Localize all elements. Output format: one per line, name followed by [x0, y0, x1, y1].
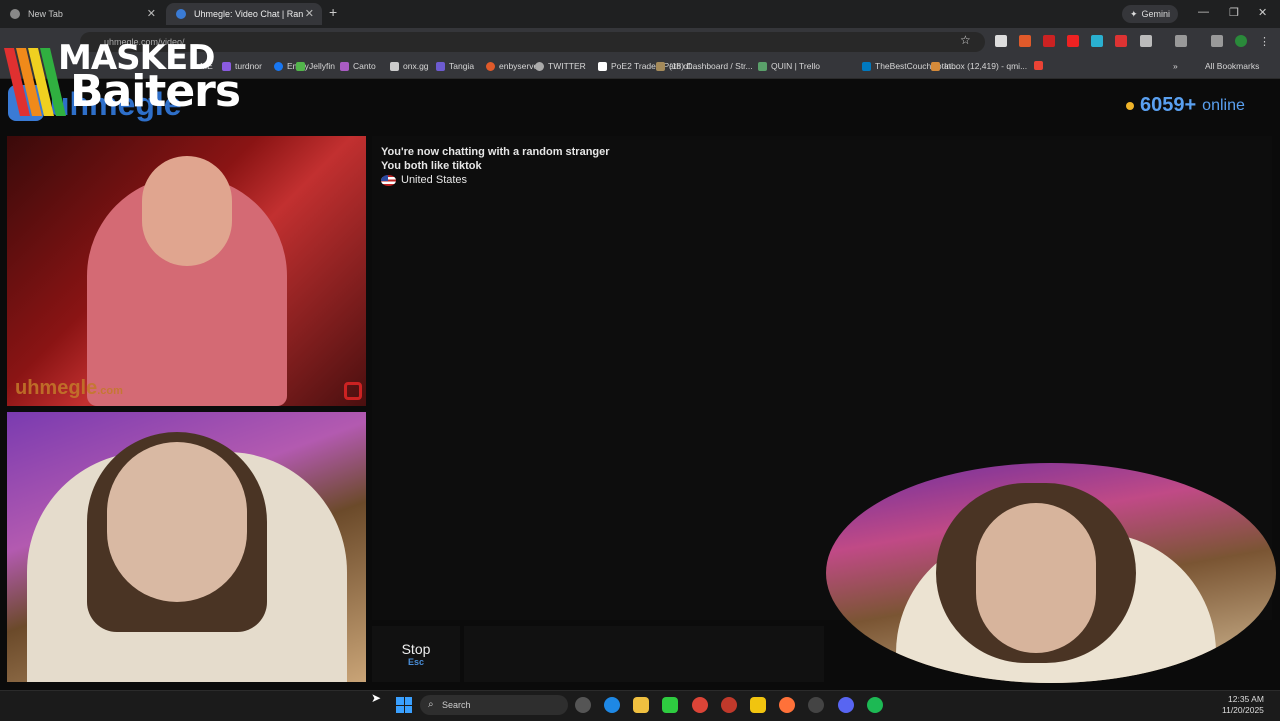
minimize-icon[interactable]: —: [1198, 6, 1209, 18]
close-tab-icon[interactable]: ✕: [147, 7, 156, 20]
online-count: 6059+: [1140, 94, 1197, 116]
report-icon[interactable]: [344, 382, 362, 400]
tab-new-tab[interactable]: New Tab ✕: [0, 3, 164, 25]
bookmark-item[interactable]: [1034, 61, 1047, 70]
sparkle-icon: ✦: [1130, 8, 1138, 19]
app-icon[interactable]: [721, 697, 737, 713]
firefox-icon[interactable]: [779, 697, 795, 713]
country-label: United States: [401, 174, 468, 186]
windows-start-icon[interactable]: [396, 697, 412, 713]
local-face: [107, 442, 247, 602]
task-view-icon[interactable]: [575, 697, 591, 713]
browser-tab-strip: New Tab ✕ Uhmegle: Video Chat | Ran ✕ + …: [0, 0, 1280, 28]
message-input[interactable]: [464, 626, 824, 682]
bookmark-item[interactable]: onx.gg: [390, 61, 429, 71]
video-watermark: uhmegle.com: [15, 377, 123, 399]
status-dot-icon: [1126, 101, 1134, 110]
bookmark-item[interactable]: enbyserver: [486, 61, 541, 71]
file-explorer-icon[interactable]: [633, 697, 649, 713]
extensions-puzzle-icon[interactable]: [1140, 35, 1152, 47]
new-tab-button[interactable]: +: [329, 4, 337, 20]
cast-icon[interactable]: [1175, 35, 1187, 47]
bookmark-item[interactable]: Canto: [340, 61, 376, 71]
extension-icon[interactable]: [1115, 35, 1127, 47]
chrome-icon[interactable]: [692, 697, 708, 713]
spotify-icon[interactable]: [867, 697, 883, 713]
discord-icon[interactable]: [838, 697, 854, 713]
taskbar-search[interactable]: ⌕ Search: [420, 695, 568, 715]
app-icon[interactable]: [662, 697, 678, 713]
tab-label: New Tab: [28, 9, 63, 19]
stranger-video: uhmegle.com: [7, 136, 366, 406]
extension-icon[interactable]: [1091, 35, 1103, 47]
gemini-label: Gemini: [1141, 9, 1171, 19]
online-label: online: [1202, 96, 1245, 114]
online-counter: 6059+ online: [1126, 94, 1245, 117]
bookmark-item[interactable]: (18) Dashboard / Str...: [656, 61, 753, 71]
bookmark-item[interactable]: Jellyfin: [296, 61, 335, 71]
search-label: Search: [442, 700, 471, 710]
webcam-face: [976, 503, 1096, 653]
mouse-cursor-icon: ➤: [371, 691, 382, 705]
bookmark-item[interactable]: Inbox (12,419) - qmi...: [931, 61, 1027, 71]
close-window-icon[interactable]: ✕: [1258, 6, 1267, 19]
stranger-face: [142, 156, 232, 266]
overlay-text-baiters: Baiters: [70, 66, 241, 117]
tab-uhmegle[interactable]: Uhmegle: Video Chat | Ran ✕: [166, 3, 322, 25]
all-bookmarks-folder[interactable]: All Bookmarks: [1205, 61, 1259, 71]
local-video: [7, 412, 366, 682]
edge-icon[interactable]: [604, 697, 620, 713]
system-message: You both like tiktok: [381, 160, 482, 172]
bookmark-item[interactable]: Tangia: [436, 61, 474, 71]
youtube-extension-icon[interactable]: [1067, 35, 1079, 47]
stop-label: Stop: [401, 641, 431, 657]
gemini-button[interactable]: ✦ Gemini: [1122, 5, 1179, 23]
uhmegle-favicon-icon: [176, 9, 186, 19]
close-tab-icon[interactable]: ✕: [305, 7, 314, 20]
reading-list-icon[interactable]: [1211, 35, 1223, 47]
streamer-webcam-overlay: [826, 463, 1276, 683]
stranger-country: United States: [381, 174, 467, 186]
bookmark-item[interactable]: TWITTER: [535, 61, 586, 71]
bookmark-star-icon[interactable]: ☆: [960, 33, 971, 47]
profile-avatar[interactable]: [1235, 35, 1247, 47]
restore-icon[interactable]: ❐: [1229, 6, 1239, 19]
bookmark-item[interactable]: QUIN | Trello: [758, 61, 820, 71]
stop-button[interactable]: Stop Esc: [372, 626, 460, 682]
menu-icon[interactable]: ⋮: [1259, 35, 1271, 48]
chrome-icon: [10, 9, 20, 19]
sticky-notes-icon[interactable]: [750, 697, 766, 713]
clock-date: 11/20/2025: [1222, 705, 1264, 715]
tab-label: Uhmegle: Video Chat | Ran: [194, 9, 304, 19]
search-icon: ⌕: [428, 699, 434, 710]
extension-k-icon[interactable]: [995, 35, 1007, 47]
system-message: You're now chatting with a random strang…: [381, 146, 610, 158]
system-clock[interactable]: 12:35 AM 11/20/2025: [1222, 694, 1264, 716]
us-flag-icon: [381, 174, 396, 186]
obs-icon[interactable]: [808, 697, 824, 713]
stop-shortcut: Esc: [407, 657, 424, 667]
extension-icon[interactable]: [1043, 35, 1055, 47]
bookmarks-overflow-icon[interactable]: »: [1173, 61, 1178, 71]
extension-icon[interactable]: [1019, 35, 1031, 47]
clock-time: 12:35 AM: [1228, 694, 1264, 704]
